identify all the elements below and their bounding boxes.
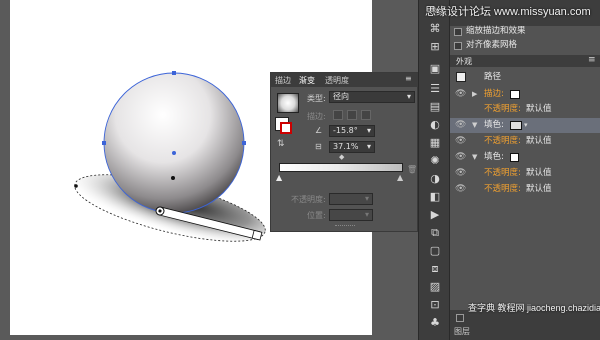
stroke-label: 描边: — [307, 112, 326, 121]
play-action-icon[interactable]: ▶ — [428, 208, 442, 222]
panel-icon-strip: ✎ ⌘ ⊞ ▣ ☰ ▤ ◐ ▦ ✺ ◑ ◧ ▶ ⧉ ▢ ⧈ ▨ ⊡ ♣ — [418, 0, 450, 340]
expand-triangle-icon[interactable]: ▶ — [472, 87, 477, 102]
transparency-icon[interactable]: ◑ — [428, 172, 442, 186]
stroke-swatch-icon[interactable] — [280, 122, 292, 134]
sphere — [104, 73, 244, 213]
brushes-icon[interactable]: ✺ — [428, 154, 442, 168]
angle-icon: ∠ — [315, 126, 323, 135]
visibility-eye-icon[interactable]: 👁 — [455, 182, 466, 197]
panel-menu-icon[interactable]: ≡ — [405, 74, 412, 83]
appearance-row-stroke-opacity[interactable]: 不透明度: 默认值 — [450, 102, 600, 117]
expand-triangle-icon[interactable]: ▼ — [472, 118, 477, 133]
location-label: 位置: — [307, 211, 326, 220]
visibility-eye-icon[interactable]: 👁 — [455, 87, 466, 102]
club-icon[interactable]: ♣ — [428, 316, 442, 330]
tab-appearance[interactable]: 外观 — [456, 56, 472, 67]
layers-tab[interactable]: 图层 — [454, 326, 470, 337]
visibility-eye-icon[interactable]: 👁 — [455, 134, 466, 149]
gradient-slider[interactable] — [279, 163, 403, 172]
right-panel: 缩放描边和效果 对齐像素网格 外观 ≡ 路径 👁 ▶ 描边: 不透明度: 默认值… — [450, 0, 600, 340]
appearance-row-stroke[interactable]: 👁 ▶ 描边: — [450, 87, 600, 102]
appearance-menu-icon[interactable]: ≡ — [588, 55, 596, 65]
align-pixel-grid-checkbox[interactable] — [454, 42, 462, 50]
appearance-row-fill-2-opacity[interactable]: 👁 不透明度: 默认值 — [450, 166, 600, 181]
type-select[interactable]: 径向 ▾ — [329, 91, 415, 103]
reverse-gradient-icon[interactable]: ⇅ — [277, 139, 285, 149]
fill-dropdown-icon[interactable]: ▾ — [524, 118, 528, 133]
transform-icon[interactable]: ⊡ — [428, 298, 442, 312]
new-item-checkbox[interactable] — [456, 314, 464, 322]
path-thumbnail — [456, 72, 466, 82]
visibility-eye-icon[interactable]: 👁 — [455, 150, 466, 165]
stroke-none-swatch[interactable] — [510, 90, 520, 99]
align-pixel-grid-label: 对齐像素网格 — [466, 40, 518, 50]
aspect-ratio-field[interactable]: 37.1% ▾ — [329, 141, 375, 153]
graphic-styles-icon[interactable]: ▦ — [428, 136, 442, 150]
scale-strokes-label: 缩放描边和效果 — [466, 26, 526, 36]
tab-gradient[interactable]: 渐变 — [299, 75, 315, 86]
center-point — [172, 151, 176, 155]
opacity-field[interactable]: ▾ — [329, 193, 373, 205]
annotator-top-point — [171, 176, 175, 180]
fill-pattern-swatch[interactable] — [510, 153, 519, 162]
visibility-eye-icon[interactable]: 👁 — [455, 166, 466, 181]
stroke-icon[interactable]: ◧ — [428, 190, 442, 204]
fill-gradient-swatch[interactable] — [510, 121, 522, 130]
expand-triangle-icon[interactable]: ▼ — [472, 150, 477, 165]
tab-stroke[interactable]: 描边 — [275, 75, 291, 86]
gradient-preview-swatch[interactable] — [277, 93, 299, 113]
location-field[interactable]: ▾ — [329, 209, 373, 221]
artboards-icon[interactable]: ▢ — [428, 244, 442, 258]
appearance-row-fill-2[interactable]: 👁 ▼ 填色: — [450, 150, 600, 165]
image-icon[interactable]: ▨ — [428, 280, 442, 294]
watermark-top: 思缘设计论坛 www.missyuan.com — [425, 6, 591, 18]
align-icon[interactable]: ⊞ — [428, 40, 442, 54]
delete-stop-icon[interactable]: 🗑 — [407, 165, 417, 174]
visibility-eye-icon[interactable]: 👁 — [455, 118, 466, 133]
gradient-panel-tabs: 描边 渐变 透明度 ≡ — [271, 73, 419, 87]
appearance-row-fill-opacity[interactable]: 👁 不透明度: 默认值 — [450, 134, 600, 149]
angle-field[interactable]: -15.8° ▾ — [329, 125, 375, 137]
stroke-gradient-buttons[interactable] — [333, 110, 373, 120]
appearance-row-fill-selected[interactable]: 👁 ▼ 填色: ▾ — [450, 118, 600, 133]
type-label: 类型: — [307, 94, 326, 103]
gradient-stop-left-icon[interactable]: ▲ — [276, 173, 282, 182]
appearance-title: 路径 — [484, 72, 502, 82]
symbol-icon[interactable]: ⌘ — [428, 22, 442, 36]
appearance-tab-bar: 外观 ≡ — [450, 55, 600, 67]
layers-icon[interactable]: ⧉ — [428, 226, 442, 240]
opacity-label: 不透明度: — [291, 195, 326, 204]
annotator-left-point — [74, 184, 78, 188]
panel-resize-grip[interactable] — [335, 225, 355, 228]
gradient-panel[interactable]: 描边 渐变 透明度 ≡ ⇅ 类型: 径向 ▾ 描边: ∠ -15.8° ▾ ⊟ 37… — [270, 72, 419, 232]
aspect-ratio-icon: ⊟ — [315, 142, 322, 151]
appearance-icon[interactable]: ◐ — [428, 118, 442, 132]
gradient-icon[interactable]: ▤ — [428, 100, 442, 114]
links-icon[interactable]: ⧈ — [428, 262, 442, 276]
scale-strokes-checkbox[interactable] — [454, 28, 462, 36]
color-icon[interactable]: ▣ — [428, 62, 442, 76]
swatches-icon[interactable]: ☰ — [428, 82, 442, 96]
watermark-bottom: 查字典 教程网 jiaocheng.chazidian.com — [468, 303, 600, 313]
appearance-row-object-opacity[interactable]: 👁 不透明度: 默认值 — [450, 182, 600, 197]
tab-transparency[interactable]: 透明度 — [325, 75, 349, 86]
midpoint-diamond-icon[interactable]: ◆ — [339, 153, 344, 161]
gradient-stop-right-icon[interactable]: ▲ — [397, 173, 403, 182]
